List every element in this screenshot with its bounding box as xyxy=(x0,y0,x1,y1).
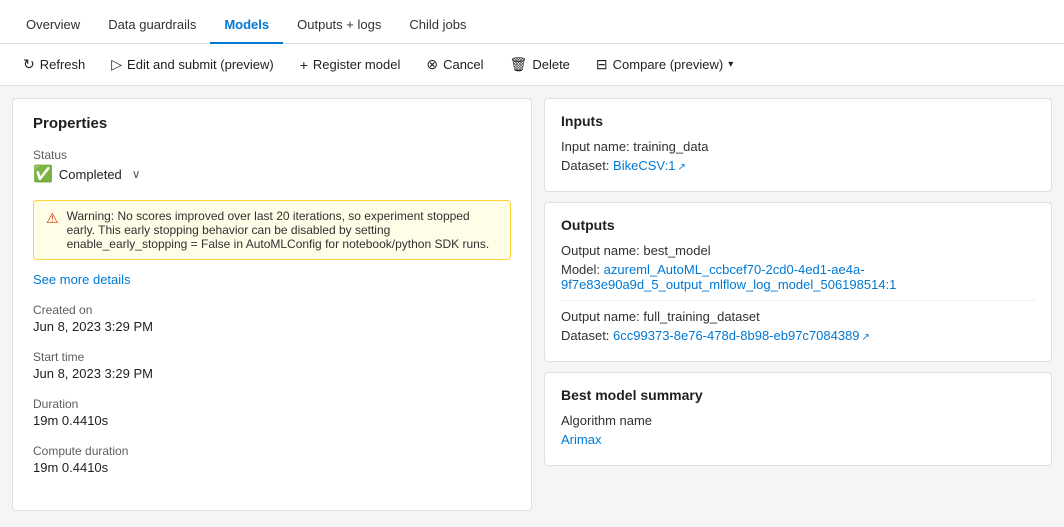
dataset-link[interactable]: BikeCSV:1↗ xyxy=(613,158,686,173)
compute-duration-value: 19m 0.4410s xyxy=(33,460,511,475)
algorithm-link[interactable]: Arimax xyxy=(561,432,601,447)
status-row: ✅ Completed ∨ xyxy=(33,164,511,184)
best-model-title: Best model summary xyxy=(561,387,1035,403)
compute-duration-group: Compute duration 19m 0.4410s xyxy=(33,444,511,475)
see-more-link[interactable]: See more details xyxy=(33,272,511,287)
dataset2-link[interactable]: 6cc99373-8e76-478d-8b98-eb97c7084389↗ xyxy=(613,328,870,343)
tab-overview[interactable]: Overview xyxy=(12,7,94,44)
register-model-button[interactable]: + Register model xyxy=(289,51,412,79)
tab-outputs-logs[interactable]: Outputs + logs xyxy=(283,7,395,44)
compare-icon: ⊟ xyxy=(596,56,608,73)
external-link-icon-2: ↗ xyxy=(862,332,870,343)
tab-models[interactable]: Models xyxy=(210,7,283,44)
external-link-icon: ↗ xyxy=(677,162,685,173)
delete-icon: 🗑 xyxy=(510,56,528,73)
created-on-label: Created on xyxy=(33,303,511,317)
created-on-value: Jun 8, 2023 3:29 PM xyxy=(33,319,511,334)
tabs-bar: Overview Data guardrails Models Outputs … xyxy=(0,0,1064,44)
tab-data-guardrails[interactable]: Data guardrails xyxy=(94,7,210,44)
tab-child-jobs[interactable]: Child jobs xyxy=(395,7,480,44)
toolbar: ↻ Refresh ▷ Edit and submit (preview) + … xyxy=(0,44,1064,86)
output2-name-row: Output name: full_training_dataset xyxy=(561,309,1035,324)
chevron-down-icon: ▾ xyxy=(728,59,733,70)
delete-button[interactable]: 🗑 Delete xyxy=(499,50,581,79)
algorithm-name-label-row: Algorithm name xyxy=(561,413,1035,428)
output1-name-row: Output name: best_model xyxy=(561,243,1035,258)
outputs-title: Outputs xyxy=(561,217,1035,233)
outputs-card: Outputs Output name: best_model Model: a… xyxy=(544,202,1052,362)
inputs-card: Inputs Input name: training_data Dataset… xyxy=(544,98,1052,192)
start-time-value: Jun 8, 2023 3:29 PM xyxy=(33,366,511,381)
refresh-button[interactable]: ↻ Refresh xyxy=(12,50,96,79)
warning-icon: ⚠ xyxy=(46,210,59,251)
duration-label: Duration xyxy=(33,397,511,411)
dataset-row: Dataset: BikeCSV:1↗ xyxy=(561,158,1035,173)
status-chevron-button[interactable]: ∨ xyxy=(128,167,145,181)
best-model-card: Best model summary Algorithm name Arimax xyxy=(544,372,1052,466)
status-label: Status xyxy=(33,148,511,162)
plus-icon: + xyxy=(300,57,308,73)
algorithm-link-row: Arimax xyxy=(561,432,1035,447)
edit-submit-button[interactable]: ▷ Edit and submit (preview) xyxy=(100,50,284,79)
model-row: Model: azureml_AutoML_ccbcef70-2cd0-4ed1… xyxy=(561,262,1035,292)
dataset-label: Dataset: xyxy=(561,158,609,173)
duration-group: Duration 19m 0.4410s xyxy=(33,397,511,428)
dataset2-label: Dataset: xyxy=(561,328,609,343)
cancel-icon: ⊗ xyxy=(426,56,438,73)
cancel-button[interactable]: ⊗ Cancel xyxy=(415,50,494,79)
refresh-icon: ↻ xyxy=(23,56,35,73)
model-link[interactable]: azureml_AutoML_ccbcef70-2cd0-4ed1-ae4a-9… xyxy=(561,262,896,292)
properties-title: Properties xyxy=(33,115,511,132)
dataset2-row: Dataset: 6cc99373-8e76-478d-8b98-eb97c70… xyxy=(561,328,1035,343)
compute-duration-label: Compute duration xyxy=(33,444,511,458)
status-value: Completed xyxy=(59,167,122,182)
duration-value: 19m 0.4410s xyxy=(33,413,511,428)
input-name-row: Input name: training_data xyxy=(561,139,1035,154)
compare-button[interactable]: ⊟ Compare (preview) ▾ xyxy=(585,50,744,79)
start-time-label: Start time xyxy=(33,350,511,364)
main-content: Properties Status ✅ Completed ∨ ⚠ Warnin… xyxy=(0,86,1064,523)
created-on-group: Created on Jun 8, 2023 3:29 PM xyxy=(33,303,511,334)
right-panel: Inputs Input name: training_data Dataset… xyxy=(544,98,1052,511)
start-time-group: Start time Jun 8, 2023 3:29 PM xyxy=(33,350,511,381)
status-group: Status ✅ Completed ∨ xyxy=(33,148,511,184)
play-icon: ▷ xyxy=(111,56,122,73)
model-label: Model: xyxy=(561,262,600,277)
warning-box: ⚠ Warning: No scores improved over last … xyxy=(33,200,511,260)
properties-panel: Properties Status ✅ Completed ∨ ⚠ Warnin… xyxy=(12,98,532,511)
warning-text: Warning: No scores improved over last 20… xyxy=(67,209,498,251)
inputs-title: Inputs xyxy=(561,113,1035,129)
check-circle-icon: ✅ xyxy=(33,164,53,184)
outputs-divider xyxy=(561,300,1035,301)
